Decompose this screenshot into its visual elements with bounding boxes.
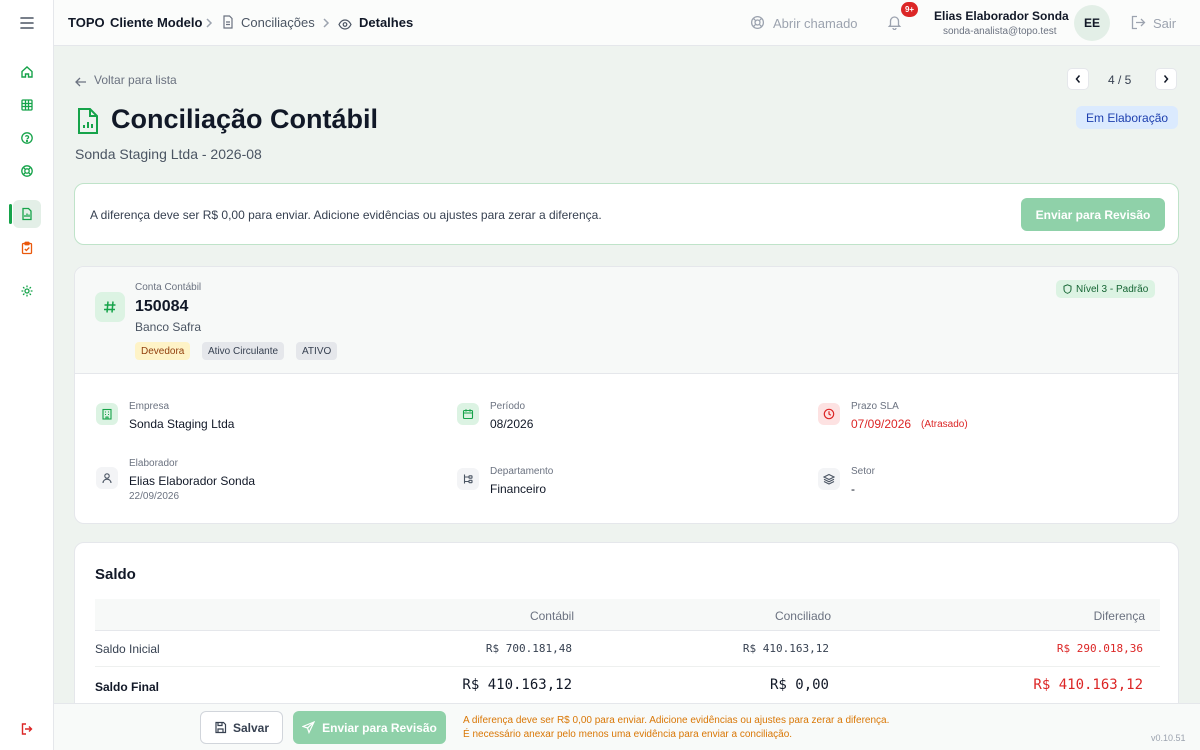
support-icon[interactable] bbox=[13, 157, 41, 185]
document-chart-icon bbox=[76, 107, 100, 140]
save-icon bbox=[215, 721, 227, 734]
support-icon bbox=[750, 15, 765, 35]
period-value: 08/2026 bbox=[490, 417, 534, 431]
active-indicator bbox=[9, 204, 12, 224]
sector-value: - bbox=[851, 482, 855, 496]
page-subtitle: Sonda Staging Ltda - 2026-08 bbox=[75, 146, 262, 162]
layers-icon bbox=[818, 468, 840, 490]
account-bank: Banco Safra bbox=[135, 320, 202, 334]
level-text: Nível 3 - Padrão bbox=[1076, 283, 1149, 295]
department-label: Departamento bbox=[490, 466, 554, 477]
calendar-icon bbox=[457, 403, 479, 425]
notification-badge: 9+ bbox=[901, 2, 918, 17]
submit-review-button[interactable]: Enviar para Revisão bbox=[293, 711, 446, 744]
action-footer: Salvar Enviar para Revisão A diferença d… bbox=[54, 703, 1200, 750]
building-icon bbox=[96, 403, 118, 425]
sla-label: Prazo SLA bbox=[851, 401, 899, 412]
clipboard-icon[interactable] bbox=[13, 234, 41, 262]
table-icon[interactable] bbox=[13, 91, 41, 119]
app-version: v0.10.51 bbox=[1151, 733, 1186, 743]
preparer-value: Elias Elaborador Sonda bbox=[129, 474, 256, 488]
level-badge: Nível 3 - Padrão bbox=[1056, 280, 1156, 298]
breadcrumb-section[interactable]: Conciliações bbox=[241, 15, 315, 30]
open-ticket-button[interactable]: Abrir chamado bbox=[773, 16, 858, 31]
sidebar bbox=[0, 0, 54, 750]
chip-type: ATIVO bbox=[296, 342, 338, 360]
hash-icon bbox=[95, 292, 125, 322]
logout-icon[interactable] bbox=[13, 715, 41, 743]
submit-review-button-top[interactable]: Enviar para Revisão bbox=[1021, 198, 1165, 231]
avatar[interactable]: EE bbox=[1074, 5, 1110, 41]
final-diferenca: R$ 410.163,12 bbox=[1033, 677, 1143, 693]
home-icon[interactable] bbox=[13, 58, 41, 86]
company-value: Sonda Staging Ltda bbox=[129, 417, 235, 431]
user-name: Elias Elaborador Sonda bbox=[934, 9, 1069, 23]
row-label-initial: Saldo Inicial bbox=[95, 642, 160, 656]
menu-toggle-icon[interactable] bbox=[13, 9, 41, 37]
bell-icon[interactable] bbox=[887, 14, 902, 35]
balance-title: Saldo bbox=[95, 566, 136, 583]
status-badge: Em Elaboração bbox=[1076, 106, 1179, 129]
top-header: TOPO Cliente Modelo Conciliações Detalhe… bbox=[54, 0, 1200, 46]
footer-warning-difference: A diferença deve ser R$ 0,00 para enviar… bbox=[463, 715, 890, 726]
breadcrumb-client[interactable]: Cliente Modelo bbox=[110, 15, 202, 30]
company-label: Empresa bbox=[129, 401, 170, 412]
col-conciliado: Conciliado bbox=[774, 609, 831, 623]
chip-group: Ativo Circulante bbox=[202, 342, 285, 360]
chip-nature: Devedora bbox=[135, 342, 191, 360]
save-label: Salvar bbox=[232, 720, 270, 735]
document-icon bbox=[222, 15, 234, 34]
sla-value: 07/09/2026 bbox=[851, 417, 912, 431]
breadcrumb-current: Detalhes bbox=[359, 15, 414, 30]
period-label: Período bbox=[490, 401, 526, 412]
eye-icon bbox=[338, 17, 352, 35]
settings-icon[interactable] bbox=[13, 277, 41, 305]
final-conciliado: R$ 0,00 bbox=[769, 677, 829, 693]
chevron-right-icon bbox=[204, 16, 214, 34]
account-summary: Conta Contábil 150084 Banco Safra Devedo… bbox=[75, 267, 1178, 374]
alert-message: A diferença deve ser R$ 0,00 para enviar… bbox=[90, 208, 602, 222]
back-to-list-link[interactable]: Voltar para lista bbox=[94, 73, 177, 87]
logout-button[interactable]: Sair bbox=[1153, 16, 1176, 31]
footer-warning-evidence: É necessário anexar pelo menos uma evidê… bbox=[463, 729, 793, 740]
balance-table-header: Contábil Conciliado Diferença bbox=[95, 599, 1160, 631]
prev-page-button[interactable] bbox=[1067, 68, 1089, 90]
department-value: Financeiro bbox=[490, 482, 547, 496]
user-email: sonda-analista@topo.test bbox=[943, 26, 1057, 37]
preparer-label: Elaborador bbox=[129, 458, 178, 469]
save-button[interactable]: Salvar bbox=[200, 711, 283, 744]
col-diferenca: Diferença bbox=[1093, 609, 1145, 623]
account-number: 150084 bbox=[135, 298, 189, 315]
initial-contabil: R$ 700.181,48 bbox=[485, 642, 572, 655]
page-title: Conciliação Contábil bbox=[111, 104, 379, 134]
sector-label: Setor bbox=[851, 466, 875, 477]
col-contabil: Contábil bbox=[529, 609, 574, 623]
shield-icon bbox=[1063, 284, 1072, 294]
chevron-right-icon bbox=[321, 16, 331, 34]
next-page-button[interactable] bbox=[1155, 68, 1177, 90]
pager-position: 4 / 5 bbox=[1108, 73, 1132, 87]
final-contabil: R$ 410.163,12 bbox=[462, 677, 572, 693]
submit-label: Enviar para Revisão bbox=[322, 720, 437, 735]
org-chart-icon bbox=[457, 468, 479, 490]
account-label: Conta Contábil bbox=[135, 282, 202, 293]
help-icon[interactable] bbox=[13, 124, 41, 152]
document-icon[interactable] bbox=[13, 200, 41, 228]
row-label-final: Saldo Final bbox=[95, 680, 160, 694]
logout-icon bbox=[1131, 15, 1147, 35]
account-card: Conta Contábil 150084 Banco Safra Devedo… bbox=[74, 266, 1179, 524]
difference-alert: A diferença deve ser R$ 0,00 para enviar… bbox=[74, 183, 1179, 245]
brand-name[interactable]: TOPO bbox=[68, 15, 105, 30]
clock-icon bbox=[818, 403, 840, 425]
initial-diferenca: R$ 290.018,36 bbox=[1056, 642, 1143, 655]
preparer-date: 22/09/2026 bbox=[129, 491, 180, 502]
row-divider bbox=[95, 666, 1160, 667]
send-icon bbox=[302, 721, 316, 734]
arrow-left-icon bbox=[75, 74, 87, 92]
user-icon bbox=[96, 467, 118, 489]
initial-conciliado: R$ 410.163,12 bbox=[742, 642, 829, 655]
sla-status: (Atrasado) bbox=[921, 419, 968, 430]
